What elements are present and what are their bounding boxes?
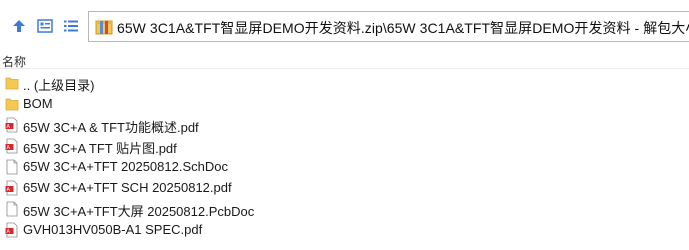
list-item-file[interactable]: 65W 3C+A+TFT 20250812.SchDoc — [0, 156, 689, 177]
pdf-file-icon: A — [5, 222, 18, 238]
file-name: GVH013HV050B-A1 SPEC.pdf — [23, 222, 203, 237]
svg-text:A: A — [7, 187, 11, 193]
generic-file-icon — [6, 201, 18, 217]
folder-icon — [5, 77, 19, 90]
file-name: 65W 3C+A+TFT SCH 20250812.pdf — [23, 180, 232, 195]
list-item-file[interactable]: 65W 3C+A+TFT大屏 20250812.PcbDoc — [0, 198, 689, 219]
list-item-file[interactable]: A 65W 3C+A & TFT功能概述.pdf — [0, 114, 689, 135]
arrow-up-icon — [13, 20, 25, 32]
file-name: 65W 3C+A+TFT 20250812.SchDoc — [23, 159, 228, 174]
list-item-parent-dir[interactable]: .. (上级目录) — [0, 72, 689, 93]
pdf-file-icon: A — [5, 180, 18, 196]
svg-text:A: A — [7, 145, 11, 151]
file-name: 65W 3C+A & TFT功能概述.pdf — [23, 120, 199, 135]
folder-icon — [5, 98, 19, 111]
address-bar[interactable]: 65W 3C1A&TFT智显屏DEMO开发资料.zip\65W 3C1A&TFT… — [88, 11, 689, 42]
file-name: 65W 3C+A TFT 贴片图.pdf — [23, 141, 177, 156]
svg-text:A: A — [7, 229, 11, 235]
details-view-icon — [37, 19, 53, 33]
generic-file-icon — [6, 159, 18, 175]
details-view-button[interactable] — [35, 16, 55, 36]
column-header-name[interactable]: 名称 — [0, 50, 689, 69]
archive-icon — [95, 20, 113, 35]
list-view-icon — [64, 20, 78, 32]
file-name: BOM — [23, 96, 53, 111]
file-name: .. (上级目录) — [23, 78, 95, 93]
list-item-file[interactable]: A GVH013HV050B-A1 SPEC.pdf — [0, 219, 689, 240]
header-divider — [0, 68, 689, 69]
list-item-folder[interactable]: BOM — [0, 93, 689, 114]
list-item-file[interactable]: A 65W 3C+A+TFT SCH 20250812.pdf — [0, 177, 689, 198]
up-button[interactable] — [9, 16, 29, 36]
list-view-button[interactable] — [61, 16, 81, 36]
list-item-file[interactable]: A 65W 3C+A TFT 贴片图.pdf — [0, 135, 689, 156]
svg-text:A: A — [7, 124, 11, 130]
file-name: 65W 3C+A+TFT大屏 20250812.PcbDoc — [23, 204, 255, 219]
pdf-file-icon: A — [5, 138, 18, 154]
address-path: 65W 3C1A&TFT智显屏DEMO开发资料.zip\65W 3C1A&TFT… — [117, 20, 689, 36]
toolbar: 65W 3C1A&TFT智显屏DEMO开发资料.zip\65W 3C1A&TFT… — [0, 0, 689, 50]
pdf-file-icon: A — [5, 117, 18, 133]
